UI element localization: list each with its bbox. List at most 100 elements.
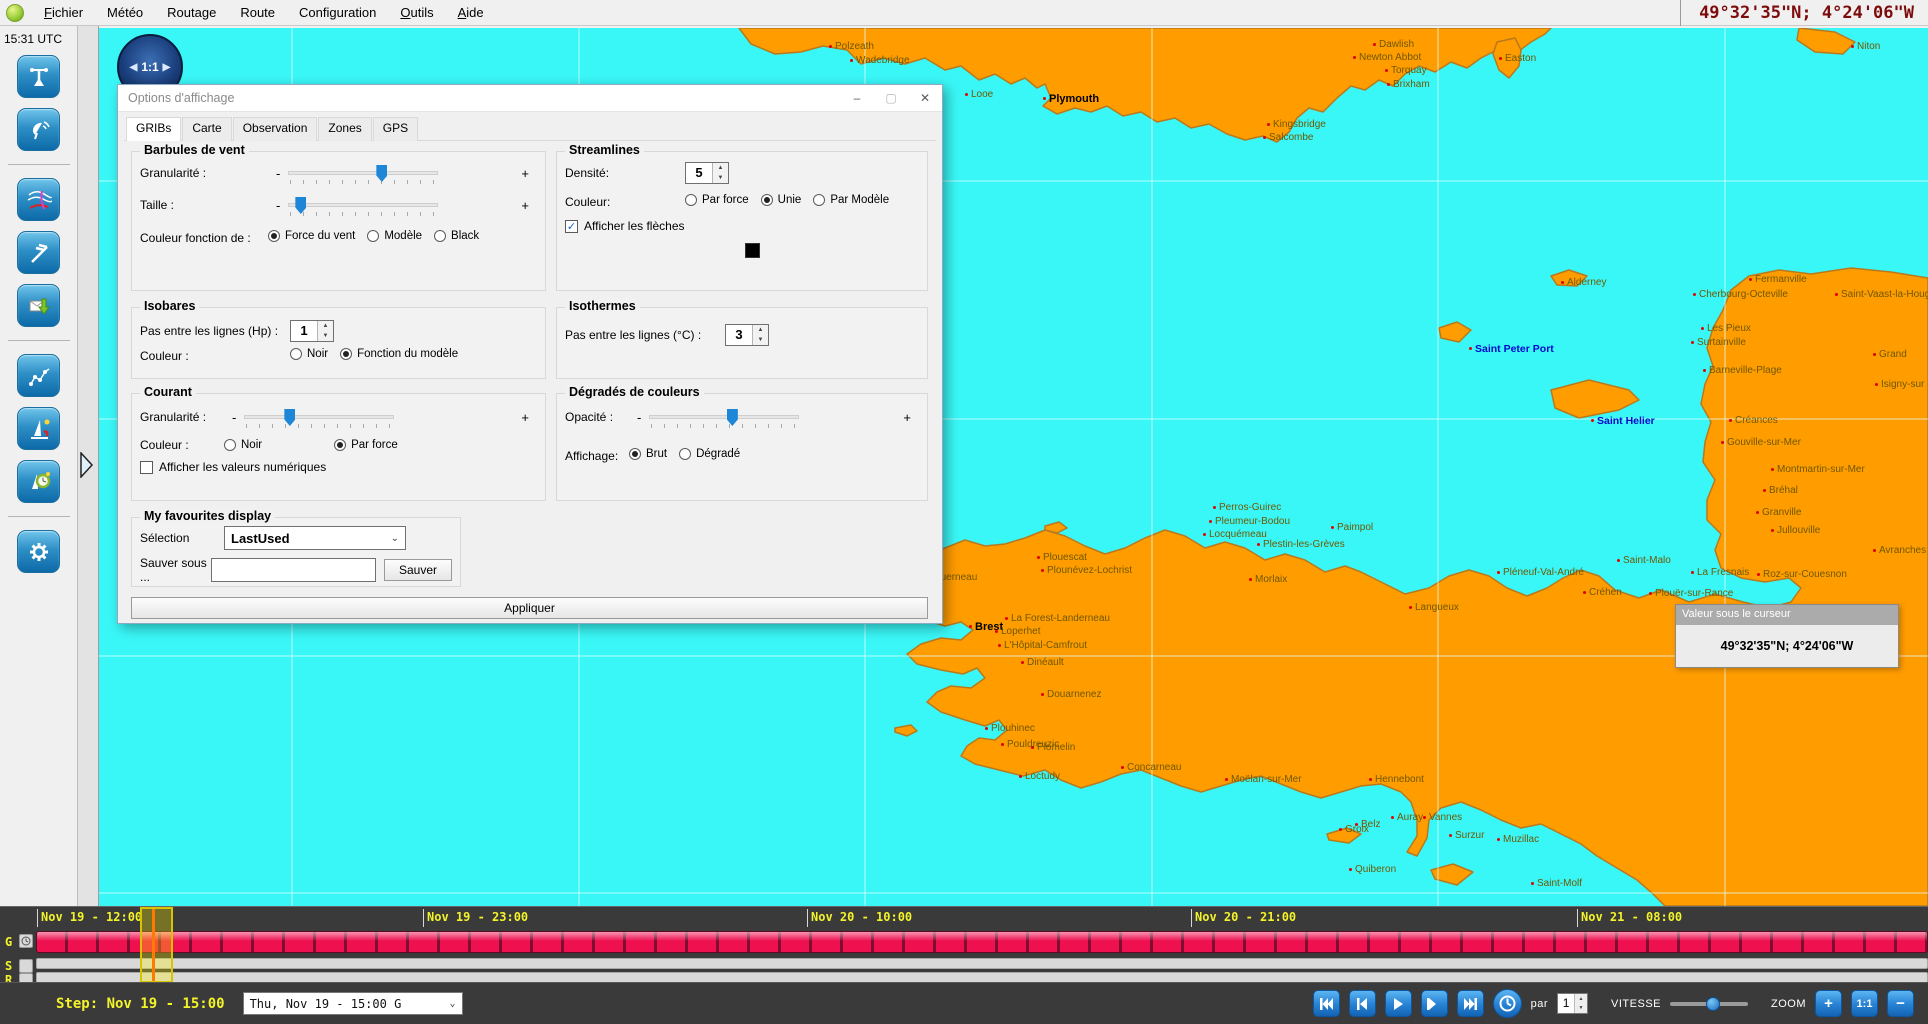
- tab-gps[interactable]: GPS: [373, 117, 418, 141]
- maximize-button[interactable]: ▢: [874, 85, 908, 111]
- afficher-fleches-checkbox[interactable]: ✓Afficher les flèches: [565, 219, 919, 233]
- compass-left-arrow[interactable]: ◀: [126, 62, 142, 73]
- menu-route[interactable]: Route: [228, 1, 287, 24]
- tab-gribs[interactable]: GRIBs: [126, 117, 181, 141]
- radio-circle-icon[interactable]: [334, 439, 346, 451]
- radio-circle-icon[interactable]: [290, 348, 302, 360]
- radio-par-force[interactable]: Par force: [685, 194, 749, 206]
- zoom-one-to-one-button[interactable]: 1:1: [1851, 990, 1878, 1017]
- close-button[interactable]: ✕: [908, 85, 942, 111]
- appliquer-button[interactable]: Appliquer: [131, 597, 928, 619]
- degrades-opacite-slider[interactable]: [649, 406, 799, 428]
- cursor-coordinates-header: 49°32'35"N; 4°24'06"W: [1680, 0, 1928, 26]
- s-row-icon[interactable]: [19, 959, 33, 973]
- spin-down[interactable]: ▼: [318, 331, 333, 341]
- sidebar-button-weather-station-icon[interactable]: [17, 55, 60, 98]
- checkbox-icon[interactable]: ✓: [565, 220, 578, 233]
- skip-first-button[interactable]: [1313, 990, 1340, 1017]
- radio-black[interactable]: Black: [434, 230, 479, 242]
- time-loop-clock-button[interactable]: [1493, 989, 1522, 1018]
- timeline[interactable]: Nov 19 - 12:00Nov 19 - 23:00Nov 20 - 10:…: [0, 906, 1928, 982]
- radio-fonction-du-mod-le[interactable]: Fonction du modèle: [340, 348, 458, 360]
- radio-unie[interactable]: Unie: [761, 194, 802, 206]
- radio-par-mod-le[interactable]: Par Modèle: [813, 194, 889, 206]
- sauver-sous-input[interactable]: [211, 558, 376, 582]
- minimize-button[interactable]: –: [840, 85, 874, 111]
- radio-circle-icon[interactable]: [434, 230, 446, 242]
- menu-configuration[interactable]: Configuration: [287, 1, 388, 24]
- sidebar-button-settings-gear-icon[interactable]: [17, 530, 60, 573]
- radio-brut[interactable]: Brut: [629, 448, 667, 460]
- spin-up[interactable]: ▲: [318, 321, 333, 331]
- radio-noir[interactable]: Noir: [290, 348, 328, 360]
- tab-carte[interactable]: Carte: [182, 117, 231, 141]
- vitesse-slider[interactable]: [1670, 996, 1748, 1012]
- radio-circle-icon[interactable]: [679, 448, 691, 460]
- radio-circle-icon[interactable]: [629, 448, 641, 460]
- radio-circle-icon[interactable]: [268, 230, 280, 242]
- panel-expander-arrow[interactable]: [80, 452, 94, 483]
- grib-coverage-bar[interactable]: [36, 931, 1928, 953]
- timeline-current-time-cursor[interactable]: [140, 907, 173, 983]
- spin-up[interactable]: ▲: [753, 325, 768, 335]
- slider-plus: +: [513, 166, 537, 181]
- par-spinbox[interactable]: 1 ▲▼: [1557, 993, 1588, 1014]
- zoom-in-button[interactable]: +: [1815, 990, 1842, 1017]
- step-back-button[interactable]: [1349, 990, 1376, 1017]
- menu-outils[interactable]: Outils: [388, 1, 445, 24]
- menu-m-t-o[interactable]: Météo: [95, 1, 155, 24]
- vitesse-slider-handle[interactable]: [1706, 997, 1720, 1011]
- menu-aide[interactable]: Aide: [446, 1, 496, 24]
- sidebar-button-isobars-fronts-icon[interactable]: [17, 178, 60, 221]
- radio-circle-icon[interactable]: [224, 439, 236, 451]
- spin-up[interactable]: ▲: [1575, 994, 1587, 1004]
- tab-observation[interactable]: Observation: [233, 117, 318, 141]
- sidebar-button-sailboat-time-icon[interactable]: [17, 460, 60, 503]
- sidebar-button-route-plot-icon[interactable]: [17, 354, 60, 397]
- zoom-out-button[interactable]: −: [1887, 990, 1914, 1017]
- radio-circle-icon[interactable]: [367, 230, 379, 242]
- spin-down[interactable]: ▼: [753, 335, 768, 345]
- menu-fichier[interactable]: Fichier: [32, 1, 95, 24]
- barbules-granularite-slider[interactable]: [288, 162, 438, 184]
- radio-noir[interactable]: Noir: [224, 439, 262, 451]
- densite-spinbox[interactable]: 5 ▲▼: [685, 162, 729, 184]
- radio-circle-icon[interactable]: [340, 348, 352, 360]
- radio-label: Noir: [307, 348, 328, 360]
- checkbox-icon[interactable]: [140, 461, 153, 474]
- radio-circle-icon[interactable]: [761, 194, 773, 206]
- grib-row-clock-icon[interactable]: [19, 934, 33, 948]
- timestep-combobox[interactable]: Thu, Nov 19 - 15:00 G ⌄: [243, 992, 463, 1015]
- isobares-step-spinbox[interactable]: 1 ▲▼: [290, 320, 334, 342]
- city-marker-dot: [1835, 293, 1838, 296]
- isothermes-step-spinbox[interactable]: 3 ▲▼: [725, 324, 769, 346]
- sidebar-button-grib-mail-download-icon[interactable]: [17, 284, 60, 327]
- skip-last-button[interactable]: [1457, 990, 1484, 1017]
- streamline-color-swatch[interactable]: [745, 243, 760, 258]
- dialog-titlebar[interactable]: Options d'affichage – ▢ ✕: [118, 85, 942, 112]
- sidebar-button-satellite-dish-icon[interactable]: [17, 108, 60, 151]
- radio-circle-icon[interactable]: [685, 194, 697, 206]
- radio-force-du-vent[interactable]: Force du vent: [268, 230, 355, 242]
- s-row-bar[interactable]: [36, 958, 1928, 969]
- compass-right-arrow[interactable]: ▶: [159, 62, 175, 73]
- spin-up[interactable]: ▲: [713, 163, 728, 173]
- spin-down[interactable]: ▼: [1575, 1004, 1587, 1014]
- city-marker-dot: [1249, 578, 1252, 581]
- tab-zones[interactable]: Zones: [318, 117, 371, 141]
- afficher-valeurs-checkbox[interactable]: Afficher les valeurs numériques: [140, 460, 537, 474]
- sauver-button[interactable]: Sauver: [384, 559, 452, 581]
- play-button[interactable]: [1385, 990, 1412, 1017]
- menu-routage[interactable]: Routage: [155, 1, 228, 24]
- radio-par-force[interactable]: Par force: [334, 439, 398, 451]
- sidebar-button-sailboat-weather-icon[interactable]: [17, 407, 60, 450]
- sidebar-button-wind-barb-icon[interactable]: [17, 231, 60, 274]
- spin-down[interactable]: ▼: [713, 173, 728, 183]
- radio-mod-le[interactable]: Modèle: [367, 230, 422, 242]
- barbules-taille-slider[interactable]: [288, 194, 438, 216]
- favourites-selection-combobox[interactable]: LastUsed ⌄: [224, 526, 406, 550]
- radio-circle-icon[interactable]: [813, 194, 825, 206]
- radio-d-grad[interactable]: Dégradé: [679, 448, 740, 460]
- courant-granularite-slider[interactable]: [244, 406, 394, 428]
- step-forward-button[interactable]: [1421, 990, 1448, 1017]
